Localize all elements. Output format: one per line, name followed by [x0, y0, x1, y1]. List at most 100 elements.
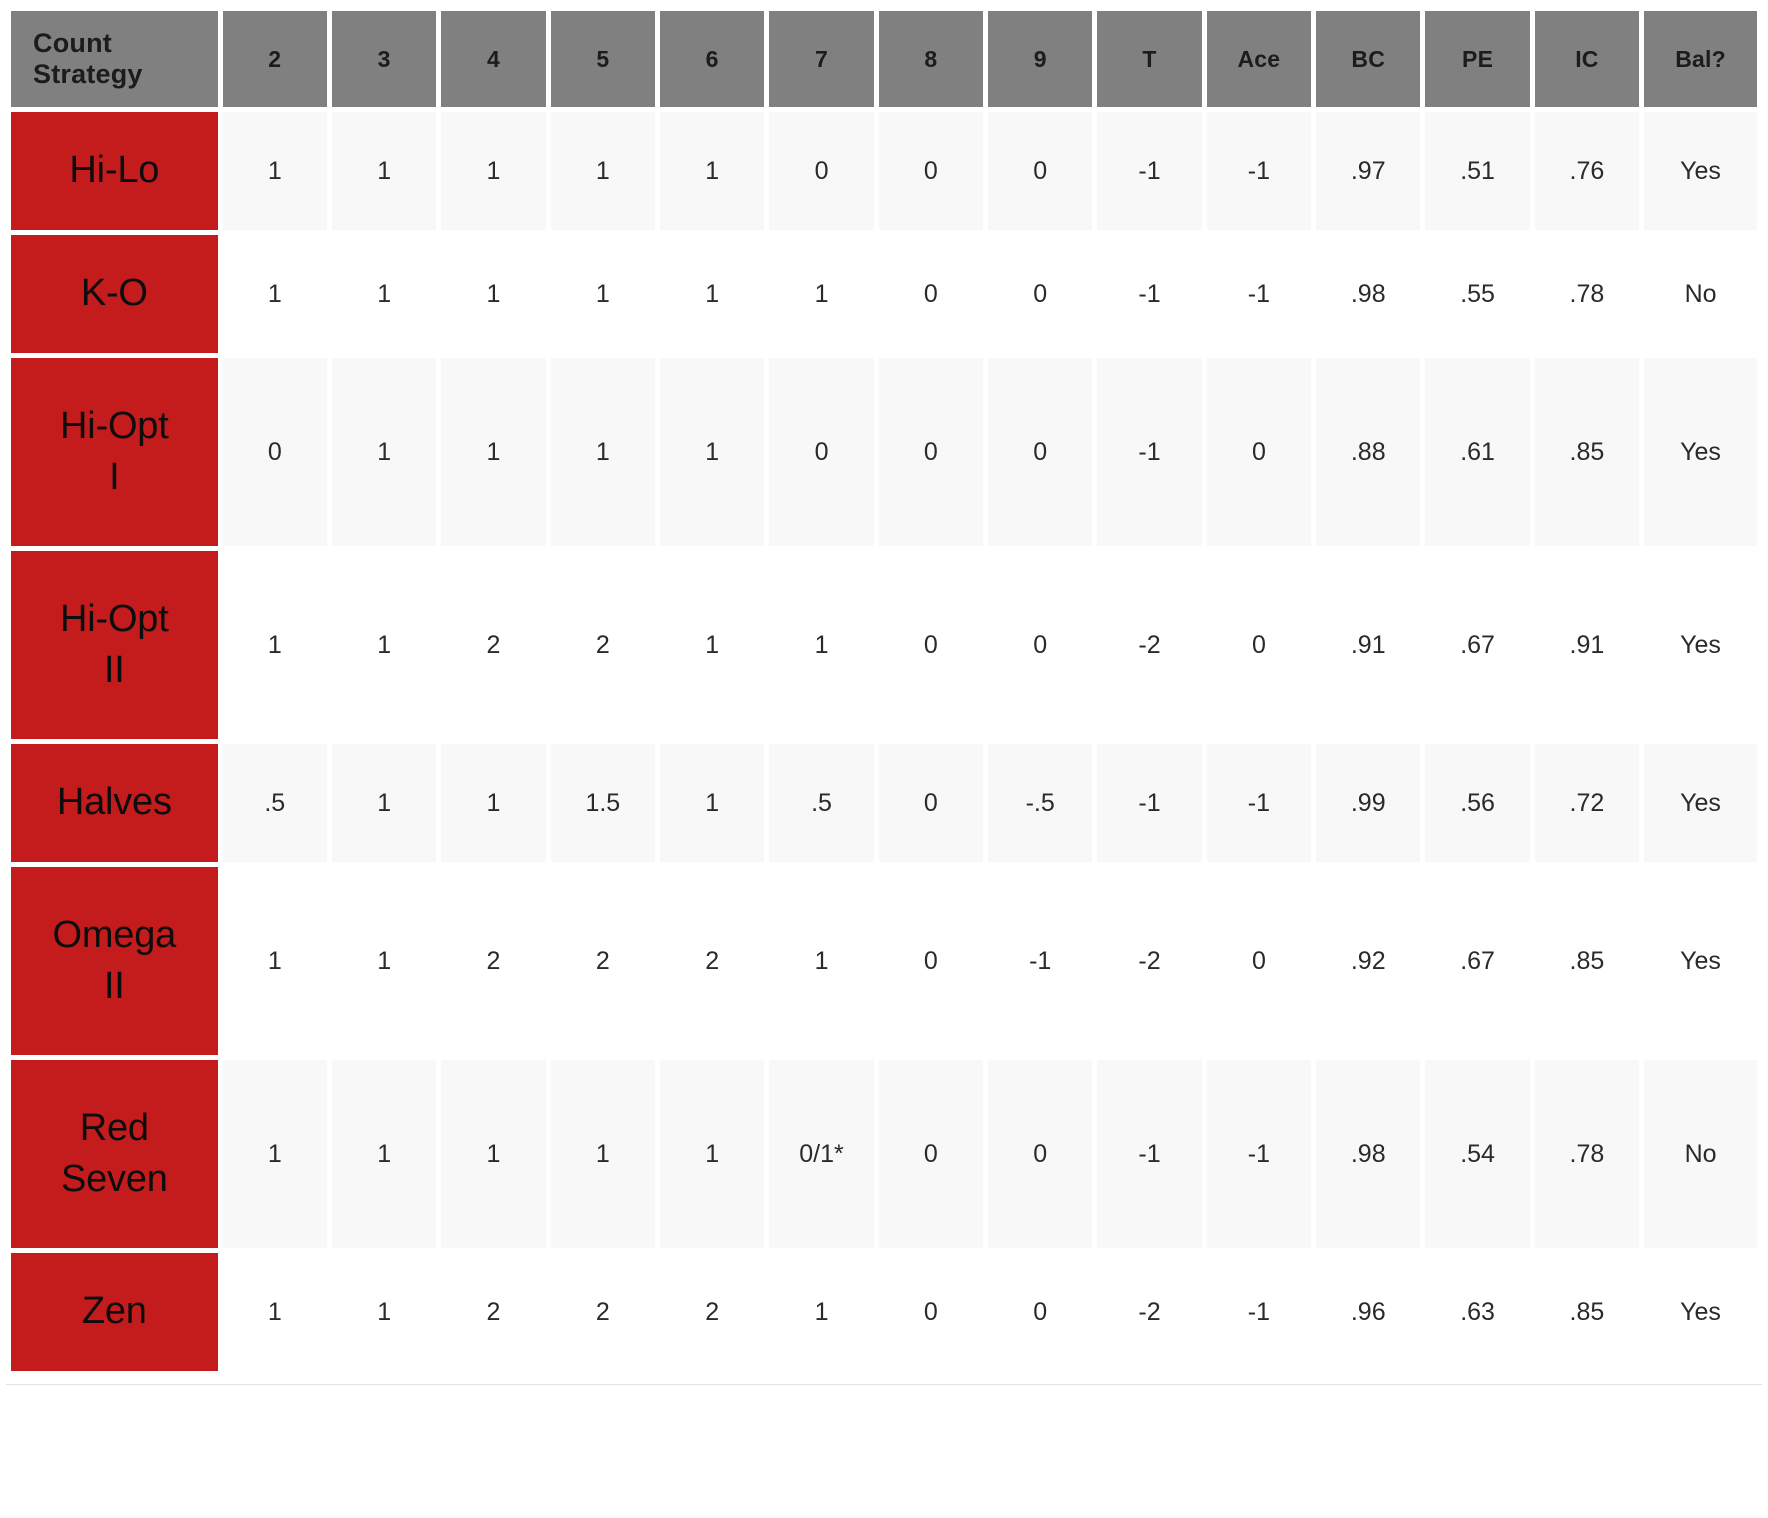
column-header-6: 6 [660, 11, 765, 107]
cell-ace: -1 [1206, 235, 1312, 353]
cell-6: 1 [660, 235, 765, 353]
cell-2: 1 [222, 235, 327, 353]
cell-7: 0/1* [769, 1060, 874, 1248]
cell-9: 0 [988, 358, 1093, 546]
cell-5: 1.5 [550, 744, 655, 862]
table-row: Hi-Lo 1 1 1 1 1 0 0 0 -1 -1 .97 .51 .76 … [11, 112, 1757, 230]
cell-ic: .78 [1534, 1060, 1640, 1248]
cell-bc: .96 [1316, 1253, 1421, 1371]
cell-5: 2 [550, 867, 655, 1055]
cell-bc: .92 [1316, 867, 1421, 1055]
cell-pe: .61 [1425, 358, 1530, 546]
cell-8: 0 [878, 867, 984, 1055]
table-row: Hi-Opt I 0 1 1 1 1 0 0 0 -1 0 .88 .61 .8… [11, 358, 1757, 546]
cell-bc: .99 [1316, 744, 1421, 862]
strategy-name-cell: Omega II [11, 867, 218, 1055]
column-header-ace: Ace [1206, 11, 1312, 107]
cell-bc: .88 [1316, 358, 1421, 546]
cell-4: 1 [441, 235, 546, 353]
cell-6: 1 [660, 358, 765, 546]
table-row: Red Seven 1 1 1 1 1 0/1* 0 0 -1 -1 .98 .… [11, 1060, 1757, 1248]
cell-bal: Yes [1644, 358, 1757, 546]
cell-pe: .51 [1425, 112, 1530, 230]
cell-t: -1 [1097, 1060, 1202, 1248]
column-header-7: 7 [769, 11, 874, 107]
cell-4: 1 [441, 112, 546, 230]
cell-ic: .85 [1534, 358, 1640, 546]
cell-2: 1 [222, 1060, 327, 1248]
strategy-name-line2: II [103, 649, 125, 691]
table-row: K-O 1 1 1 1 1 1 0 0 -1 -1 .98 .55 .78 No [11, 235, 1757, 353]
cell-9: 0 [988, 235, 1093, 353]
cell-ic: .72 [1534, 744, 1640, 862]
cell-t: -2 [1097, 1253, 1202, 1371]
cell-3: 1 [331, 235, 437, 353]
cell-ace: -1 [1206, 1253, 1312, 1371]
cell-3: 1 [331, 358, 437, 546]
cell-bal: Yes [1644, 112, 1757, 230]
cell-bc: .98 [1316, 235, 1421, 353]
cell-bal: No [1644, 235, 1757, 353]
cell-8: 0 [878, 235, 984, 353]
cell-pe: .56 [1425, 744, 1530, 862]
cell-3: 1 [331, 867, 437, 1055]
cell-t: -1 [1097, 235, 1202, 353]
cell-2: 1 [222, 867, 327, 1055]
cell-2: 1 [222, 1253, 327, 1371]
cell-t: -2 [1097, 551, 1202, 739]
cell-9: 0 [988, 112, 1093, 230]
cell-5: 2 [550, 1253, 655, 1371]
cell-pe: .67 [1425, 867, 1530, 1055]
cell-7: 1 [769, 235, 874, 353]
cell-2: .5 [222, 744, 327, 862]
strategy-name-line1: Hi-Opt [60, 597, 169, 640]
cell-7: 1 [769, 867, 874, 1055]
cell-8: 0 [878, 744, 984, 862]
strategy-name-line2: II [103, 965, 125, 1007]
cell-6: 1 [660, 551, 765, 739]
cell-4: 1 [441, 358, 546, 546]
cell-9: -1 [988, 867, 1093, 1055]
cell-9: 0 [988, 1253, 1093, 1371]
count-strategy-table: Count Strategy 2 3 4 5 6 7 8 9 T Ace BC … [6, 6, 1762, 1376]
cell-7: 1 [769, 551, 874, 739]
cell-8: 0 [878, 1060, 984, 1248]
cell-4: 1 [441, 744, 546, 862]
cell-7: .5 [769, 744, 874, 862]
column-header-3: 3 [331, 11, 437, 107]
cell-9: -.5 [988, 744, 1093, 862]
strategy-name-cell: K-O [11, 235, 218, 353]
cell-2: 1 [222, 112, 327, 230]
header-line-strategy: Strategy [33, 59, 143, 89]
cell-4: 1 [441, 1060, 546, 1248]
cell-5: 1 [550, 1060, 655, 1248]
column-header-9: 9 [988, 11, 1093, 107]
strategy-name-line1: Hi-Lo [69, 149, 160, 192]
cell-8: 0 [878, 551, 984, 739]
table-body: Hi-Lo 1 1 1 1 1 0 0 0 -1 -1 .97 .51 .76 … [11, 112, 1757, 1371]
header-line-count: Count [33, 27, 112, 58]
strategy-name-cell: Hi-Lo [11, 112, 218, 230]
cell-t: -1 [1097, 744, 1202, 862]
cell-ace: -1 [1206, 1060, 1312, 1248]
cell-5: 2 [550, 551, 655, 739]
cell-ace: -1 [1206, 112, 1312, 230]
strategy-name-line1: Red [79, 1106, 149, 1149]
cell-ic: .78 [1534, 235, 1640, 353]
cell-bal: Yes [1644, 867, 1757, 1055]
cell-7: 1 [769, 1253, 874, 1371]
cell-9: 0 [988, 551, 1093, 739]
cell-5: 1 [550, 358, 655, 546]
cell-2: 0 [222, 358, 327, 546]
cell-4: 2 [441, 1253, 546, 1371]
column-header-count-strategy: Count Strategy [11, 11, 218, 107]
table-row: Hi-Opt II 1 1 2 2 1 1 0 0 -2 0 .91 .67 .… [11, 551, 1757, 739]
cell-pe: .54 [1425, 1060, 1530, 1248]
cell-bc: .98 [1316, 1060, 1421, 1248]
cell-pe: .63 [1425, 1253, 1530, 1371]
column-header-8: 8 [878, 11, 984, 107]
cell-bal: Yes [1644, 551, 1757, 739]
cell-3: 1 [331, 1253, 437, 1371]
column-header-bal: Bal? [1644, 11, 1757, 107]
cell-4: 2 [441, 867, 546, 1055]
